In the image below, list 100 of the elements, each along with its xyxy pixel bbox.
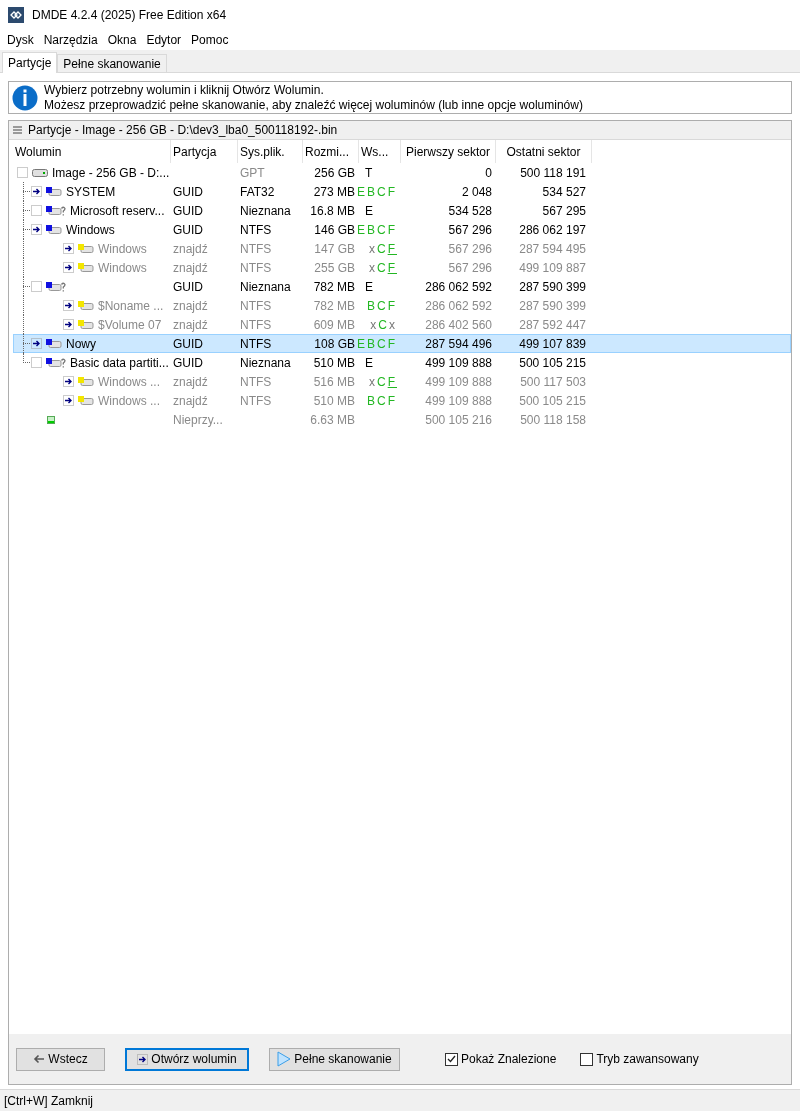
empty-checkbox-icon[interactable] (31, 205, 42, 216)
first-sector: 567 296 (448, 260, 492, 275)
menu-item[interactable]: Narzędzia (38, 31, 103, 49)
volume-name: SYSTEM (66, 183, 116, 201)
back-button[interactable]: Wstecz (16, 1047, 105, 1071)
size: 273 MB (313, 184, 355, 199)
last-sector: 500 118 158 (520, 412, 586, 427)
info-icon (12, 84, 38, 111)
table-row[interactable]: Nowy GUID NTFS 108 GB EBCF 287 594 496 499 107 839 (13, 334, 791, 353)
empty-checkbox-icon[interactable] (31, 357, 42, 368)
first-sector: 534 528 (448, 203, 492, 218)
first-sector: 0 (485, 165, 492, 180)
flags: xC F (369, 373, 397, 391)
table-row[interactable]: $Noname ... znajdź NTFS 782 MB BCF 286 062 592 287 590 399 (13, 296, 791, 315)
table-row[interactable]: SYSTEM GUID FAT32 273 MB EBCF 2 048 534 527 (13, 182, 791, 201)
column-header[interactable]: Wolumin (13, 140, 171, 163)
checkbox[interactable] (445, 1052, 458, 1066)
size: 6.63 MB (310, 412, 355, 427)
checkbox[interactable] (580, 1052, 594, 1066)
flags: BCF (367, 392, 397, 410)
size: 16.8 MB (310, 203, 355, 218)
table-row[interactable]: Windows znajdź NTFS 255 GB xC F 567 296 499 109 887 (13, 258, 791, 277)
flags: BCF (367, 297, 397, 315)
last-sector: 500 105 215 (519, 355, 586, 370)
open-arrow-icon[interactable] (63, 300, 74, 311)
open-arrow-icon (137, 1053, 149, 1065)
filesystem: NTFS (240, 241, 272, 256)
table-row[interactable]: Microsoft reserv... GUID Nieznana 16.8 MB E 534 528 567 295 (13, 201, 791, 220)
open-arrow-icon[interactable] (63, 376, 74, 387)
open-arrow-icon[interactable] (31, 186, 42, 197)
table-row[interactable]: Windows ... znajdź NTFS 516 MB xC F 499 109 888 500 117 503 (13, 372, 791, 391)
size: 147 GB (314, 241, 355, 256)
first-sector: 287 594 496 (425, 336, 492, 351)
last-sector: 500 118 191 (520, 165, 586, 180)
volume-name: Windows (98, 259, 147, 277)
menu-item[interactable]: Okna (102, 31, 142, 49)
last-sector: 286 062 197 (519, 222, 586, 237)
table-row[interactable]: Image - 256 GB - D:... GPT 256 GB T 0 500 118 191 (13, 163, 791, 182)
table-row[interactable]: GUID Nieznana 782 MB E 286 062 592 287 590 399 (13, 277, 791, 296)
menu-item[interactable]: Pomoc (186, 31, 234, 49)
column-header[interactable]: Ws... (359, 140, 401, 163)
filesystem: FAT32 (240, 184, 275, 199)
last-sector: 287 590 399 (519, 298, 586, 313)
volume-name: Microsoft reserv... (70, 202, 165, 220)
column-header[interactable]: Ostatni sektor (496, 140, 592, 163)
status-text: [Ctrl+W] Zamknij (4, 1092, 93, 1110)
menu-item[interactable]: Dysk (2, 31, 39, 49)
size: 256 GB (314, 165, 355, 180)
empty-checkbox-icon[interactable] (17, 167, 28, 178)
flags: EBCF (357, 183, 397, 201)
column-header[interactable]: Rozmi... (303, 140, 359, 163)
column-header[interactable]: Pierwszy sektor (401, 140, 496, 163)
flags: xC F (369, 240, 397, 258)
last-sector: 499 109 887 (519, 260, 586, 275)
flags: EBCF (357, 221, 397, 239)
option-checkbox[interactable]: Tryb zawansowany (580, 1050, 699, 1068)
filesystem: NTFS (240, 222, 272, 237)
full-scan-button[interactable]: Pełne skanowanie (269, 1047, 400, 1071)
partition-type: GUID (173, 355, 203, 370)
empty-checkbox-icon[interactable] (31, 281, 42, 292)
column-header[interactable]: Partycja (171, 140, 238, 163)
first-sector: 500 105 216 (425, 412, 492, 427)
open-arrow-icon[interactable] (63, 319, 74, 330)
volume-name: Windows ... (98, 392, 160, 410)
last-sector: 287 592 447 (519, 317, 586, 332)
table-row[interactable]: Windows GUID NTFS 146 GB EBCF 567 296 286 062 197 (13, 220, 791, 239)
flags: xC F (369, 259, 397, 277)
first-sector: 2 048 (461, 184, 492, 199)
partition-type: GUID (173, 184, 203, 199)
info-text: Wybierz potrzebny wolumin i kliknij Otwórz Wolumin. (44, 82, 325, 98)
option-checkbox[interactable]: Pokaż Znalezione (445, 1050, 557, 1068)
tab[interactable]: Partycje (2, 52, 58, 73)
tab[interactable]: Pełne skanowanie (57, 54, 167, 72)
open-arrow-icon[interactable] (31, 338, 42, 349)
open-arrow-icon[interactable] (63, 243, 74, 254)
last-sector: 534 527 (542, 184, 586, 199)
filesystem: GPT (240, 165, 265, 180)
size: 609 MB (313, 317, 355, 332)
open-arrow-icon[interactable] (63, 395, 74, 406)
volume-name: Windows ... (98, 373, 160, 391)
volume-name: Nowy (66, 335, 96, 353)
partition-type: GUID (173, 336, 203, 351)
column-header[interactable]: Sys.plik. (238, 140, 303, 163)
menu-item[interactable]: Edytor (141, 31, 187, 49)
table-row[interactable]: Windows ... znajdź NTFS 510 MB BCF 499 109 888 500 105 215 (13, 391, 791, 410)
open-arrow-icon[interactable] (31, 224, 42, 235)
left-arrow-icon (33, 1054, 46, 1064)
partition-type: Nieprzy... (173, 412, 223, 427)
partition-type: znajdź (173, 317, 208, 332)
flags: T (365, 164, 375, 182)
open-arrow-icon[interactable] (63, 262, 74, 273)
info-text: Możesz przeprowadzić pełne skanowanie, aby znaleźć więcej woluminów (lub inne opcje woluminów) (44, 97, 583, 113)
flags: x Cx (370, 316, 397, 334)
flags: EBCF (357, 335, 397, 353)
open-volume-button[interactable]: Otwórz wolumin (125, 1047, 249, 1071)
partition-type: GUID (173, 203, 203, 218)
table-row[interactable]: Nieprzy... 6.63 MB 500 105 216 500 118 158 (13, 410, 791, 429)
partition-type: znajdź (173, 260, 208, 275)
table-row[interactable]: Basic data partiti... GUID Nieznana 510 MB E 499 109 888 500 105 215 (13, 353, 791, 372)
table-row[interactable]: Windows znajdź NTFS 147 GB xC F 567 296 287 594 495 (13, 239, 791, 258)
